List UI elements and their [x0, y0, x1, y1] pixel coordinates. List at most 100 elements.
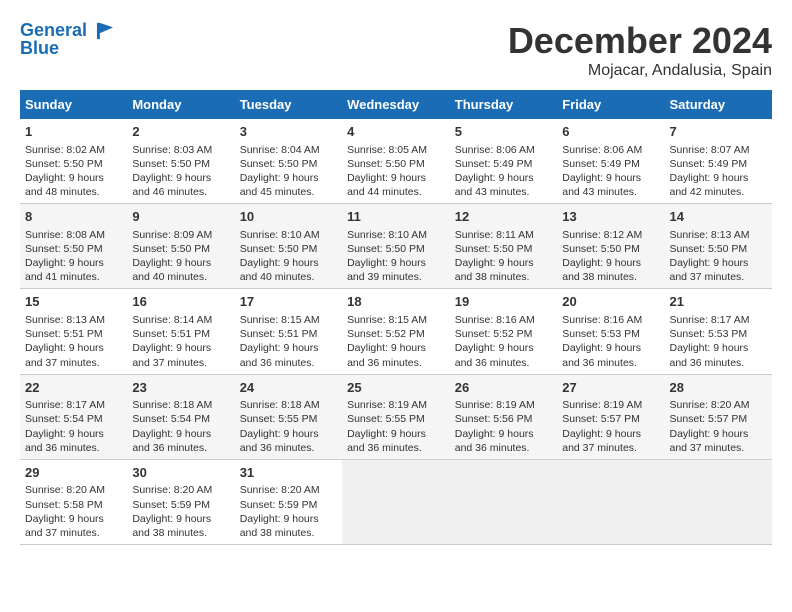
calendar-cell: 24Sunrise: 8:18 AMSunset: 5:55 PMDayligh… [235, 374, 342, 459]
sunset-text: Sunset: 5:50 PM [347, 243, 425, 255]
sunset-text: Sunset: 5:50 PM [669, 243, 747, 255]
day-number: 9 [132, 208, 229, 226]
calendar-cell: 14Sunrise: 8:13 AMSunset: 5:50 PMDayligh… [664, 204, 772, 289]
sunset-text: Sunset: 5:57 PM [562, 413, 640, 425]
logo: General Blue [20, 20, 116, 59]
sunrise-text: Sunrise: 8:09 AM [132, 229, 212, 241]
sunrise-text: Sunrise: 8:10 AM [347, 229, 427, 241]
calendar-cell: 26Sunrise: 8:19 AMSunset: 5:56 PMDayligh… [450, 374, 557, 459]
day-number: 14 [669, 208, 767, 226]
calendar-week-row: 22Sunrise: 8:17 AMSunset: 5:54 PMDayligh… [20, 374, 772, 459]
calendar-cell: 19Sunrise: 8:16 AMSunset: 5:52 PMDayligh… [450, 289, 557, 374]
daylight-text: Daylight: 9 hours and 36 minutes. [562, 342, 641, 368]
sunrise-text: Sunrise: 8:18 AM [240, 399, 320, 411]
calendar-cell: 7Sunrise: 8:07 AMSunset: 5:49 PMDaylight… [664, 119, 772, 204]
calendar-cell: 21Sunrise: 8:17 AMSunset: 5:53 PMDayligh… [664, 289, 772, 374]
col-header-wednesday: Wednesday [342, 90, 450, 119]
sunset-text: Sunset: 5:53 PM [669, 328, 747, 340]
sunrise-text: Sunrise: 8:15 AM [347, 314, 427, 326]
calendar-week-row: 1Sunrise: 8:02 AMSunset: 5:50 PMDaylight… [20, 119, 772, 204]
calendar-cell [664, 459, 772, 544]
daylight-text: Daylight: 9 hours and 36 minutes. [455, 428, 534, 454]
col-header-tuesday: Tuesday [235, 90, 342, 119]
calendar-cell: 25Sunrise: 8:19 AMSunset: 5:55 PMDayligh… [342, 374, 450, 459]
calendar-cell: 18Sunrise: 8:15 AMSunset: 5:52 PMDayligh… [342, 289, 450, 374]
day-number: 2 [132, 123, 229, 141]
title-area: December 2024 Mojacar, Andalusia, Spain [508, 20, 772, 80]
sunset-text: Sunset: 5:50 PM [132, 243, 210, 255]
sunset-text: Sunset: 5:50 PM [25, 158, 103, 170]
calendar-cell: 23Sunrise: 8:18 AMSunset: 5:54 PMDayligh… [127, 374, 234, 459]
calendar-cell: 1Sunrise: 8:02 AMSunset: 5:50 PMDaylight… [20, 119, 127, 204]
daylight-text: Daylight: 9 hours and 36 minutes. [669, 342, 748, 368]
day-number: 25 [347, 379, 445, 397]
calendar-cell: 22Sunrise: 8:17 AMSunset: 5:54 PMDayligh… [20, 374, 127, 459]
calendar-cell: 5Sunrise: 8:06 AMSunset: 5:49 PMDaylight… [450, 119, 557, 204]
daylight-text: Daylight: 9 hours and 36 minutes. [240, 428, 319, 454]
day-number: 21 [669, 293, 767, 311]
daylight-text: Daylight: 9 hours and 38 minutes. [562, 257, 641, 283]
calendar-cell: 28Sunrise: 8:20 AMSunset: 5:57 PMDayligh… [664, 374, 772, 459]
calendar-week-row: 8Sunrise: 8:08 AMSunset: 5:50 PMDaylight… [20, 204, 772, 289]
sunset-text: Sunset: 5:55 PM [347, 413, 425, 425]
sunrise-text: Sunrise: 8:13 AM [25, 314, 105, 326]
sunset-text: Sunset: 5:50 PM [562, 243, 640, 255]
sunrise-text: Sunrise: 8:15 AM [240, 314, 320, 326]
sunset-text: Sunset: 5:51 PM [240, 328, 318, 340]
calendar-cell: 29Sunrise: 8:20 AMSunset: 5:58 PMDayligh… [20, 459, 127, 544]
sunrise-text: Sunrise: 8:20 AM [669, 399, 749, 411]
sunrise-text: Sunrise: 8:14 AM [132, 314, 212, 326]
day-number: 19 [455, 293, 552, 311]
sunset-text: Sunset: 5:49 PM [455, 158, 533, 170]
sunrise-text: Sunrise: 8:05 AM [347, 144, 427, 156]
daylight-text: Daylight: 9 hours and 40 minutes. [240, 257, 319, 283]
daylight-text: Daylight: 9 hours and 37 minutes. [669, 257, 748, 283]
calendar-table: SundayMondayTuesdayWednesdayThursdayFrid… [20, 90, 772, 545]
daylight-text: Daylight: 9 hours and 37 minutes. [669, 428, 748, 454]
daylight-text: Daylight: 9 hours and 44 minutes. [347, 172, 426, 198]
day-number: 24 [240, 379, 337, 397]
calendar-header-row: SundayMondayTuesdayWednesdayThursdayFrid… [20, 90, 772, 119]
sunrise-text: Sunrise: 8:10 AM [240, 229, 320, 241]
calendar-cell: 8Sunrise: 8:08 AMSunset: 5:50 PMDaylight… [20, 204, 127, 289]
sunset-text: Sunset: 5:50 PM [347, 158, 425, 170]
daylight-text: Daylight: 9 hours and 36 minutes. [25, 428, 104, 454]
day-number: 4 [347, 123, 445, 141]
daylight-text: Daylight: 9 hours and 41 minutes. [25, 257, 104, 283]
daylight-text: Daylight: 9 hours and 37 minutes. [132, 342, 211, 368]
daylight-text: Daylight: 9 hours and 38 minutes. [455, 257, 534, 283]
daylight-text: Daylight: 9 hours and 46 minutes. [132, 172, 211, 198]
sunset-text: Sunset: 5:51 PM [25, 328, 103, 340]
day-number: 3 [240, 123, 337, 141]
calendar-cell: 30Sunrise: 8:20 AMSunset: 5:59 PMDayligh… [127, 459, 234, 544]
calendar-cell: 12Sunrise: 8:11 AMSunset: 5:50 PMDayligh… [450, 204, 557, 289]
day-number: 6 [562, 123, 659, 141]
day-number: 16 [132, 293, 229, 311]
sunrise-text: Sunrise: 8:20 AM [240, 484, 320, 496]
day-number: 23 [132, 379, 229, 397]
sunrise-text: Sunrise: 8:18 AM [132, 399, 212, 411]
sunset-text: Sunset: 5:50 PM [240, 158, 318, 170]
sunrise-text: Sunrise: 8:04 AM [240, 144, 320, 156]
sunrise-text: Sunrise: 8:16 AM [455, 314, 535, 326]
sunrise-text: Sunrise: 8:19 AM [455, 399, 535, 411]
daylight-text: Daylight: 9 hours and 48 minutes. [25, 172, 104, 198]
sunrise-text: Sunrise: 8:06 AM [562, 144, 642, 156]
calendar-cell: 20Sunrise: 8:16 AMSunset: 5:53 PMDayligh… [557, 289, 664, 374]
day-number: 10 [240, 208, 337, 226]
col-header-friday: Friday [557, 90, 664, 119]
day-number: 29 [25, 464, 122, 482]
sunset-text: Sunset: 5:54 PM [25, 413, 103, 425]
day-number: 17 [240, 293, 337, 311]
daylight-text: Daylight: 9 hours and 36 minutes. [240, 342, 319, 368]
day-number: 30 [132, 464, 229, 482]
day-number: 5 [455, 123, 552, 141]
sunrise-text: Sunrise: 8:16 AM [562, 314, 642, 326]
daylight-text: Daylight: 9 hours and 40 minutes. [132, 257, 211, 283]
calendar-cell: 11Sunrise: 8:10 AMSunset: 5:50 PMDayligh… [342, 204, 450, 289]
sunset-text: Sunset: 5:59 PM [240, 499, 318, 511]
daylight-text: Daylight: 9 hours and 37 minutes. [25, 513, 104, 539]
sunset-text: Sunset: 5:49 PM [669, 158, 747, 170]
calendar-week-row: 29Sunrise: 8:20 AMSunset: 5:58 PMDayligh… [20, 459, 772, 544]
sunset-text: Sunset: 5:50 PM [240, 243, 318, 255]
